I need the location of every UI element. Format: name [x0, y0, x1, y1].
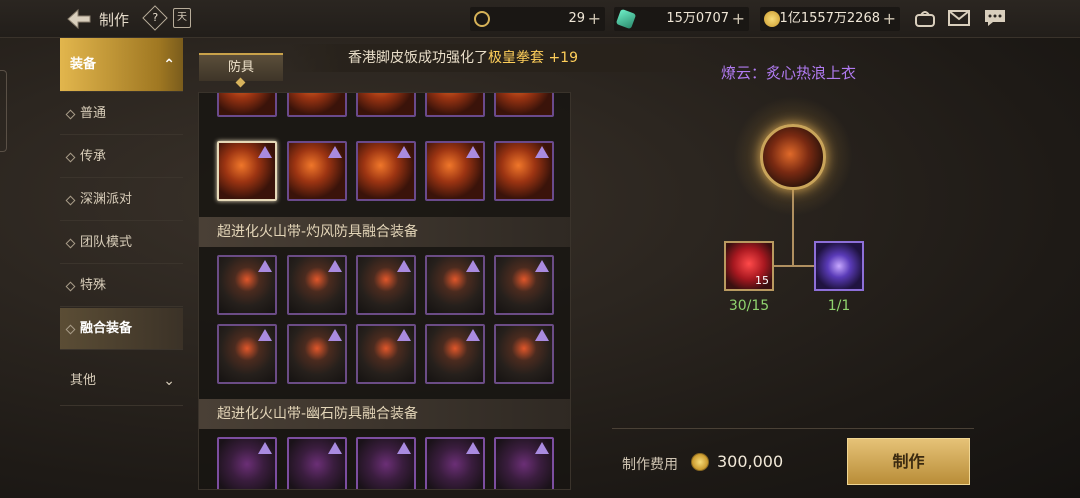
sidebar-item-special[interactable]: 特殊: [60, 265, 183, 307]
top-bar: 制作 ? 天 29 + 15万0707 + 1亿1557万2268 +: [0, 0, 1080, 38]
item-grid[interactable]: 超进化火山带-灼风防具融合装备 超进化火山带-幽石防具融合装备: [198, 92, 571, 490]
section-header: 超进化火山带-灼风防具融合装备: [199, 217, 570, 247]
currency-gold: 1亿1557万2268 +: [760, 7, 900, 31]
grid-item[interactable]: [425, 437, 485, 489]
rarity-triangle-icon: [328, 260, 342, 272]
rarity-triangle-icon: [258, 442, 272, 454]
side-handle[interactable]: [0, 70, 7, 152]
rarity-triangle-icon: [397, 146, 411, 158]
chevron-down-icon: ⌄: [163, 373, 175, 389]
grid-item[interactable]: [356, 324, 416, 384]
chevron-up-icon: ⌃: [163, 57, 175, 73]
selected-item-name: 燎云：炙心热浪上衣: [721, 64, 857, 82]
cost-label: 制作费用: [622, 457, 678, 473]
rarity-triangle-icon: [258, 260, 272, 272]
grid-item[interactable]: [494, 93, 554, 117]
grid-item[interactable]: [494, 255, 554, 315]
rarity-triangle-icon: [466, 260, 480, 272]
sidebar-item-normal[interactable]: 普通: [60, 93, 183, 135]
rarity-triangle-icon: [466, 329, 480, 341]
sidebar-item-abyss-party[interactable]: 深渊派对: [60, 179, 183, 221]
currency-crystal: 15万0707 +: [614, 7, 749, 31]
sidebar-item-inherit[interactable]: 传承: [60, 136, 183, 178]
grid-item[interactable]: [217, 93, 277, 117]
result-item-icon[interactable]: [760, 124, 826, 190]
category-sidebar: 装备 ⌃ 普通 传承 深渊派对 团队模式 特殊 融合装备 其他 ⌄: [60, 38, 183, 498]
rarity-triangle-icon: [328, 329, 342, 341]
rarity-triangle-icon: [397, 442, 411, 454]
grid-item[interactable]: [425, 324, 485, 384]
calendar-icon[interactable]: 天: [173, 8, 191, 28]
rarity-triangle-icon: [397, 260, 411, 272]
rarity-triangle-icon: [535, 442, 549, 454]
add-currency-button[interactable]: +: [588, 7, 601, 31]
grid-item[interactable]: [217, 324, 277, 384]
rarity-triangle-icon: [258, 329, 272, 341]
material-progress: 1/1: [827, 298, 851, 314]
add-crystal-button[interactable]: +: [732, 7, 745, 31]
gold-coin-icon: [764, 11, 780, 27]
grid-item[interactable]: [356, 437, 416, 489]
mail-icon[interactable]: [948, 9, 970, 27]
rarity-triangle-icon: [397, 329, 411, 341]
divider: [612, 428, 974, 429]
grid-item[interactable]: [356, 141, 416, 201]
connector-line: [792, 190, 794, 266]
grid-item[interactable]: [425, 255, 485, 315]
rarity-triangle-icon: [258, 146, 272, 158]
add-gold-button[interactable]: +: [883, 7, 896, 31]
make-button[interactable]: 制作: [847, 438, 970, 485]
rarity-triangle-icon: [466, 442, 480, 454]
rarity-triangle-icon: [328, 146, 342, 158]
sidebar-item-equipment[interactable]: 装备 ⌃: [60, 38, 183, 92]
grid-item-selected[interactable]: [217, 141, 277, 201]
grid-item[interactable]: [425, 141, 485, 201]
clock-coin-icon: [474, 11, 490, 27]
section-header: 超进化火山带-幽石防具融合装备: [199, 399, 570, 429]
grid-item[interactable]: [356, 255, 416, 315]
sidebar-item-other[interactable]: 其他 ⌄: [60, 356, 183, 406]
grid-item[interactable]: [494, 141, 554, 201]
rarity-triangle-icon: [535, 146, 549, 158]
cost-value: 300,000: [717, 452, 784, 471]
grid-item[interactable]: [287, 437, 347, 489]
grid-item[interactable]: [287, 324, 347, 384]
broadcast-notice: 香港脚皮饭成功强化了极皇拳套 +19: [290, 44, 720, 72]
material-progress: 30/15: [728, 298, 770, 314]
sidebar-item-team-mode[interactable]: 团队模式: [60, 222, 183, 264]
gold-coin-icon: [691, 453, 709, 471]
grid-item[interactable]: [217, 255, 277, 315]
grid-item[interactable]: [287, 255, 347, 315]
connector-line: [774, 265, 814, 267]
page-title: 制作: [99, 11, 130, 29]
grid-item[interactable]: [494, 437, 554, 489]
crystal-icon: [615, 8, 637, 30]
sidebar-item-fusion-equipment[interactable]: 融合装备: [60, 308, 183, 350]
grid-item[interactable]: [356, 93, 416, 117]
tab-armor[interactable]: 防具: [199, 53, 283, 81]
grid-item[interactable]: [287, 141, 347, 201]
grid-item[interactable]: [494, 324, 554, 384]
material-purple-orb-icon[interactable]: [814, 241, 864, 291]
grid-item[interactable]: [425, 93, 485, 117]
material-red-crystal-icon[interactable]: 15: [724, 241, 774, 291]
help-icon[interactable]: ?: [142, 5, 168, 31]
rarity-triangle-icon: [466, 146, 480, 158]
chat-icon[interactable]: [984, 9, 1006, 27]
rarity-triangle-icon: [328, 442, 342, 454]
back-arrow-icon[interactable]: [66, 8, 92, 30]
grid-item[interactable]: [217, 437, 277, 489]
currency-clock: 29 +: [470, 7, 605, 31]
rarity-triangle-icon: [535, 329, 549, 341]
bag-icon[interactable]: [914, 9, 936, 27]
rarity-triangle-icon: [535, 260, 549, 272]
grid-item[interactable]: [287, 93, 347, 117]
